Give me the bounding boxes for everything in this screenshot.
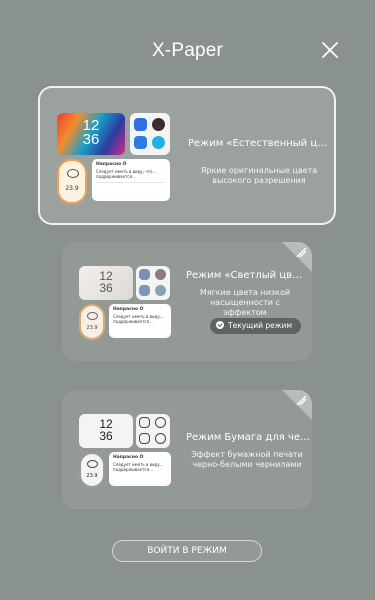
settings-icon	[139, 285, 150, 296]
mode-corner-badge	[282, 242, 312, 272]
mode-title: Режим Бумага для чернил	[186, 432, 310, 443]
weather-widget-preview: 23.9	[79, 304, 105, 340]
mode-title: Режим «Светлый цвет»	[186, 270, 304, 281]
note-widget-preview: Напрасно О Следует иметь в виду... подде…	[109, 452, 171, 486]
temperature-text: 23.9	[86, 325, 98, 331]
mode-card-natural[interactable]: 12 36 23.9 Напрасно О Следует иметь в вид…	[38, 86, 336, 225]
phone-icon	[152, 136, 165, 149]
note-title: Напрасно О	[113, 307, 144, 312]
phone-icon	[155, 433, 166, 444]
pencil-icon	[296, 247, 307, 258]
current-mode-badge: Текущий режим	[210, 318, 302, 334]
clock-text: 12 36	[82, 117, 100, 148]
check-icon	[216, 321, 224, 329]
note-title: Напрасно О	[96, 162, 127, 167]
eye-icon	[87, 460, 98, 468]
wallpaper-clock-preview: 12 36	[57, 113, 125, 155]
app-icons-preview	[136, 266, 170, 300]
camera-icon	[155, 269, 166, 280]
shield-icon	[139, 269, 150, 280]
settings-icon	[134, 136, 147, 149]
temperature-text: 23.9	[86, 473, 98, 479]
phone-icon	[155, 285, 166, 296]
settings-icon	[139, 433, 150, 444]
clock-text: 12 36	[99, 417, 113, 443]
weather-widget-preview: 23.9	[79, 452, 105, 488]
note-title: Напрасно О	[113, 455, 144, 460]
camera-icon	[152, 118, 165, 131]
eye-icon	[87, 312, 98, 320]
close-icon[interactable]	[318, 38, 342, 62]
enter-mode-button[interactable]: ВОЙТИ В РЕЖИМ	[112, 540, 262, 562]
mode-description: Эффект бумажной печати черно-белыми черн…	[191, 450, 303, 469]
mode-title: Режим «Естественный цв…	[188, 138, 328, 149]
mode-card-light[interactable]: 12 36 23.9 Напрасно О Следует иметь в вид…	[62, 242, 312, 361]
weather-widget-preview: 23.9	[57, 159, 87, 204]
shield-icon	[139, 417, 150, 428]
note-text: поддерживается...	[113, 319, 153, 324]
shield-icon	[134, 118, 147, 131]
app-icons-preview	[136, 414, 170, 448]
mode-corner-badge	[282, 390, 312, 420]
note-text: поддерживается...	[113, 467, 153, 472]
mode-card-ink-paper[interactable]: 12 36 23.9 Напрасно О Следует иметь в вид…	[62, 390, 312, 509]
note-widget-preview: Напрасно О Следует иметь в виду... подде…	[109, 304, 171, 338]
wallpaper-clock-preview: 12 36	[79, 266, 133, 300]
app-icons-preview	[130, 113, 170, 155]
pencil-icon	[296, 395, 307, 406]
camera-icon	[155, 417, 166, 428]
note-text: поддерживается...	[96, 174, 136, 179]
temperature-text: 23.9	[65, 185, 79, 192]
eye-icon	[67, 169, 79, 178]
note-widget-preview: Напрасно О Следует иметь в виду, что... …	[92, 159, 170, 201]
clock-text: 12 36	[99, 269, 113, 295]
mode-description: Яркие оригинальные цвета высокого разреш…	[200, 166, 318, 185]
mode-description: Мягкие цвета низкой насыщенности с эффек…	[199, 288, 291, 317]
wallpaper-clock-preview: 12 36	[79, 414, 133, 448]
